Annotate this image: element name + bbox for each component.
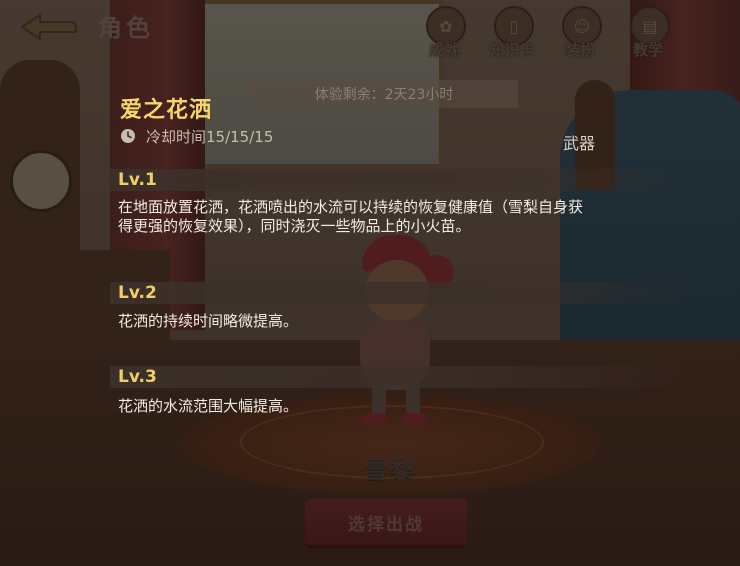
trial-remaining-bar: 体验剩余：2天23小时 xyxy=(250,80,518,108)
level-label: Lv.1 xyxy=(118,170,157,190)
level-header: Lv.1 xyxy=(110,169,690,191)
level-description: 花洒的持续时间略微提高。 xyxy=(118,312,299,330)
level-header: Lv.2 xyxy=(110,282,690,304)
skill-name: 爱之花洒 xyxy=(120,98,213,123)
level-header: Lv.3 xyxy=(110,366,690,388)
level-label: Lv.2 xyxy=(118,283,157,303)
level-description: 花洒的水流范围大幅提高。 xyxy=(118,397,299,415)
skill-category: 武器 xyxy=(563,134,596,153)
clock-icon xyxy=(121,129,135,143)
cooldown-text: 冷却时间15/15/15 xyxy=(146,128,274,146)
level-label: Lv.3 xyxy=(118,367,157,387)
level-description: 在地面放置花洒，花洒喷出的水流可以持续的恢复健康值（雪梨自身获得更强的恢复效果）… xyxy=(118,198,584,235)
